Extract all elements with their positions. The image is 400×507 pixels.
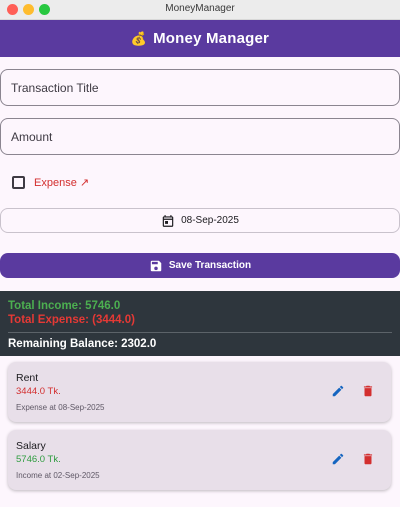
expense-toggle-row: Expense ↗ bbox=[12, 173, 89, 191]
transaction-meta: Income at 02-Sep-2025 bbox=[16, 471, 100, 480]
amount-input[interactable]: Amount bbox=[0, 118, 400, 155]
transaction-title: Rent bbox=[16, 372, 39, 384]
expense-label: Expense bbox=[34, 177, 77, 189]
window-title: MoneyManager bbox=[165, 3, 235, 14]
app-bar: 💰 Money Manager bbox=[0, 20, 400, 57]
window-titlebar: MoneyManager bbox=[0, 0, 400, 20]
arrow-up-right-icon: ↗ bbox=[79, 177, 90, 189]
remaining-balance: Remaining Balance: 2302.0 bbox=[8, 338, 157, 350]
transaction-card[interactable]: Salary 5746.0 Tk. Income at 02-Sep-2025 bbox=[8, 430, 391, 490]
save-icon bbox=[149, 259, 163, 273]
total-income: Total Income: 5746.0 bbox=[8, 300, 121, 312]
delete-icon[interactable] bbox=[361, 452, 375, 466]
edit-icon[interactable] bbox=[331, 384, 345, 398]
transaction-amount: 3444.0 Tk. bbox=[16, 386, 61, 397]
expense-checkbox[interactable] bbox=[12, 175, 25, 189]
transaction-actions bbox=[331, 384, 375, 398]
transaction-amount: 5746.0 Tk. bbox=[16, 454, 61, 465]
transaction-card[interactable]: Rent 3444.0 Tk. Expense at 08-Sep-2025 bbox=[8, 362, 391, 422]
date-picker-button[interactable]: 08-Sep-2025 bbox=[0, 208, 400, 233]
date-label: 08-Sep-2025 bbox=[181, 215, 239, 226]
total-expense: Total Expense: (3444.0) bbox=[8, 314, 135, 326]
save-transaction-label: Save Transaction bbox=[168, 260, 252, 271]
delete-icon[interactable] bbox=[361, 384, 375, 398]
money-bag-icon: 💰 bbox=[130, 30, 148, 46]
summary-divider bbox=[8, 332, 392, 333]
transaction-title-placeholder: Transaction Title bbox=[11, 80, 99, 95]
transaction-title: Salary bbox=[16, 440, 46, 452]
amount-placeholder: Amount bbox=[11, 129, 53, 144]
calendar-icon bbox=[161, 214, 175, 228]
transaction-meta: Expense at 08-Sep-2025 bbox=[16, 403, 105, 412]
summary-panel: Total Income: 5746.0 Total Expense: (344… bbox=[0, 291, 400, 356]
edit-icon[interactable] bbox=[331, 452, 345, 466]
transaction-title-input[interactable]: Transaction Title bbox=[0, 69, 400, 106]
transaction-actions bbox=[331, 452, 375, 466]
app-title: Money Manager bbox=[153, 30, 270, 47]
save-transaction-button[interactable]: Save Transaction bbox=[0, 253, 400, 278]
